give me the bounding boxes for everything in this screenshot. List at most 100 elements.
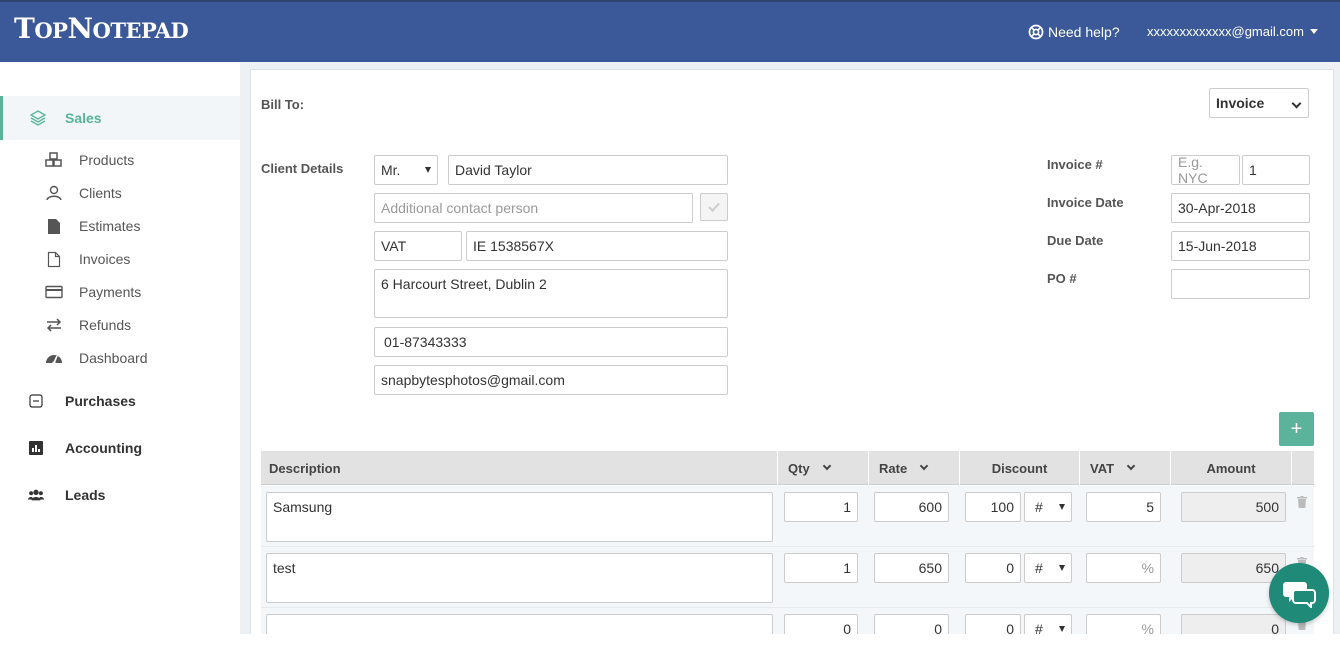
trash-icon[interactable]	[1297, 496, 1307, 508]
need-help-link[interactable]: Need help?	[1028, 24, 1120, 40]
discount-type-select[interactable]: #	[1024, 614, 1072, 634]
tax-number-input[interactable]: IE 1538567X	[466, 231, 728, 261]
sidebar-item-products[interactable]: Products	[44, 150, 134, 170]
items-table-header: Description Qty Rate Discount VAT Amount	[261, 451, 1314, 485]
column-vat[interactable]: VAT	[1080, 451, 1171, 485]
discount-type-value: #	[1035, 621, 1043, 634]
sidebar-item-label: Refunds	[79, 317, 132, 333]
table-row-clip: 0 0 0 # % 0	[261, 608, 1314, 634]
vat-input[interactable]: 5	[1086, 492, 1161, 522]
column-description-label: Description	[269, 460, 341, 476]
column-vat-label: VAT	[1090, 460, 1115, 476]
discount-type-select[interactable]: #	[1024, 553, 1072, 583]
qty-input[interactable]: 1	[784, 553, 858, 583]
app-logo[interactable]: TOPNOTEPAD	[14, 12, 189, 45]
invoice-number-input[interactable]: 1	[1242, 155, 1310, 185]
sidebar-item-purchases-label: Purchases	[65, 393, 136, 409]
cubes-icon	[44, 151, 64, 169]
due-date-input[interactable]: 15-Jun-2018	[1171, 231, 1310, 261]
document-type-select[interactable]: Invoice	[1209, 88, 1309, 118]
discount-type-value: #	[1035, 560, 1043, 576]
plus-icon: +	[1290, 417, 1303, 440]
credit-card-icon	[44, 283, 64, 301]
phone-input[interactable]: 01-87343333	[374, 327, 728, 357]
qty-input[interactable]: 1	[784, 492, 858, 522]
sidebar-item-invoices[interactable]: Invoices	[44, 249, 130, 269]
sidebar-item-accounting[interactable]: Accounting	[28, 437, 142, 459]
invoice-prefix-input[interactable]: E.g. NYC	[1171, 154, 1240, 186]
rate-input[interactable]: 600	[874, 492, 949, 522]
discount-input[interactable]: 0	[965, 553, 1021, 583]
caret-down-icon	[1059, 626, 1065, 632]
bar-chart-icon	[28, 440, 44, 456]
vat-input[interactable]: %	[1086, 553, 1161, 583]
column-description: Description	[261, 451, 778, 485]
sidebar-item-dashboard[interactable]: Dashboard	[44, 348, 148, 368]
caret-down-icon	[425, 167, 431, 173]
file-icon	[44, 217, 64, 235]
description-textarea[interactable]: Samsung	[266, 492, 773, 542]
discount-type-select[interactable]: #	[1024, 492, 1072, 522]
sidebar-item-leads[interactable]: Leads	[28, 484, 105, 506]
client-details-label: Client Details	[261, 161, 344, 176]
sidebar-item-label: Products	[79, 152, 135, 168]
column-amount: Amount	[1171, 451, 1292, 485]
chevron-down-icon	[1126, 461, 1136, 471]
clients-icon	[44, 184, 64, 202]
rate-input[interactable]: 650	[874, 553, 949, 583]
check-icon	[708, 202, 720, 212]
invoice-date-label: Invoice Date	[1047, 195, 1124, 210]
bill-to-label: Bill To:	[261, 97, 305, 112]
sidebar-item-label: Estimates	[79, 218, 141, 234]
sidebar-item-leads-label: Leads	[65, 487, 106, 503]
add-row-button[interactable]: +	[1279, 412, 1314, 446]
need-help-label: Need help?	[1048, 24, 1120, 40]
po-number-input[interactable]	[1171, 269, 1310, 299]
file-outline-icon	[44, 250, 64, 268]
life-ring-icon	[1028, 24, 1044, 40]
bottom-strip	[0, 634, 1340, 660]
column-qty-label: Qty	[788, 460, 810, 476]
top-navbar: TOPNOTEPAD Need help? xxxxxxxxxxxxx@gmai…	[0, 0, 1340, 62]
caret-down-icon	[1059, 565, 1065, 571]
tax-type-input[interactable]: VAT	[374, 231, 462, 261]
discount-input[interactable]: 0	[965, 614, 1021, 634]
client-name-input[interactable]: David Taylor	[448, 155, 728, 185]
sidebar-item-clients[interactable]: Clients	[44, 183, 122, 203]
sidebar-item-accounting-label: Accounting	[65, 440, 142, 456]
address-textarea[interactable]: 6 Harcourt Street, Dublin 2	[374, 269, 728, 318]
sidebar-item-payments[interactable]: Payments	[44, 282, 141, 302]
contact-person-input[interactable]: Additional contact person	[374, 193, 693, 223]
users-icon	[28, 487, 44, 503]
description-textarea[interactable]	[266, 614, 773, 634]
description-textarea[interactable]: test	[266, 553, 773, 603]
sidebar-item-refunds[interactable]: Refunds	[44, 315, 131, 335]
caret-down-icon	[1309, 29, 1318, 34]
confirm-contact-button[interactable]	[700, 193, 728, 221]
sidebar-item-label: Dashboard	[79, 350, 148, 366]
sidebar-item-label: Invoices	[79, 251, 131, 267]
sidebar-item-purchases[interactable]: Purchases	[28, 390, 136, 412]
title-select[interactable]: Mr.	[374, 155, 438, 185]
exchange-icon	[44, 316, 64, 334]
amount-value: 500	[1181, 492, 1286, 522]
invoice-number-label: Invoice #	[1047, 157, 1103, 172]
discount-type-value: #	[1035, 499, 1043, 515]
layers-icon	[29, 110, 47, 126]
user-email: xxxxxxxxxxxxx@gmail.com	[1147, 24, 1304, 39]
discount-input[interactable]: 100	[965, 492, 1021, 522]
chat-button[interactable]	[1269, 563, 1329, 623]
column-rate[interactable]: Rate	[869, 451, 960, 485]
sidebar: Sales Products Clients Estimates Invoice…	[0, 62, 240, 660]
minus-square-icon	[28, 393, 44, 409]
rate-input[interactable]: 0	[874, 614, 949, 634]
sidebar-item-estimates[interactable]: Estimates	[44, 216, 140, 236]
invoice-date-input[interactable]: 30-Apr-2018	[1171, 193, 1310, 223]
chevron-down-icon	[822, 461, 831, 471]
user-menu[interactable]: xxxxxxxxxxxxx@gmail.com	[1147, 24, 1318, 39]
column-qty[interactable]: Qty	[778, 451, 869, 485]
vat-input[interactable]: %	[1086, 614, 1161, 634]
sidebar-item-sales[interactable]: Sales	[0, 96, 240, 140]
email-input[interactable]: snapbytesphotos@gmail.com	[374, 365, 728, 395]
qty-input[interactable]: 0	[784, 614, 858, 634]
